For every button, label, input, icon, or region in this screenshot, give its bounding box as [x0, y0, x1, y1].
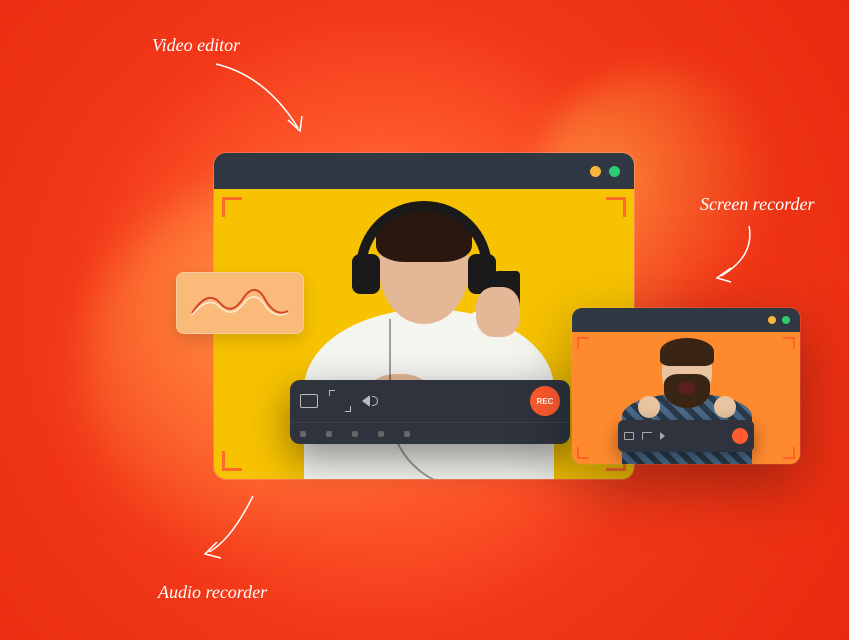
crop-corner-icon[interactable]: [783, 447, 795, 459]
window-maximize-dot[interactable]: [609, 166, 620, 177]
toolbar-option[interactable]: [378, 431, 384, 437]
crop-corner-icon[interactable]: [606, 197, 626, 217]
screen-icon[interactable]: [624, 432, 634, 440]
toolbar-option[interactable]: [300, 431, 306, 437]
window-minimize-dot[interactable]: [768, 316, 776, 324]
screen-recorder-window: [572, 308, 800, 464]
record-button[interactable]: [732, 428, 748, 444]
arrow-icon: [206, 56, 316, 146]
arrow-icon: [703, 220, 763, 290]
crop-corner-icon[interactable]: [783, 337, 795, 349]
audio-recorder-label: Audio recorder: [158, 582, 267, 603]
window-maximize-dot[interactable]: [782, 316, 790, 324]
window-titlebar: [214, 153, 634, 189]
screen-icon[interactable]: [300, 394, 318, 408]
audio-waveform-card: [176, 272, 304, 334]
toolbar-bottom-row: [290, 422, 570, 444]
video-editor-label: Video editor: [152, 35, 240, 56]
waveform-icon: [190, 283, 290, 323]
arrow-icon: [195, 490, 265, 570]
record-button[interactable]: REC: [530, 386, 560, 416]
toolbar-option[interactable]: [326, 431, 332, 437]
recording-toolbar-small: [618, 420, 754, 452]
crop-corner-icon[interactable]: [577, 337, 589, 349]
fullscreen-icon[interactable]: [642, 432, 652, 440]
crop-corner-icon[interactable]: [222, 451, 242, 471]
recording-toolbar: REC: [290, 380, 570, 444]
sound-icon[interactable]: [362, 395, 370, 407]
sound-icon[interactable]: [660, 432, 665, 440]
crop-corner-icon[interactable]: [577, 447, 589, 459]
toolbar-option[interactable]: [352, 431, 358, 437]
toolbar-option[interactable]: [404, 431, 410, 437]
window-minimize-dot[interactable]: [590, 166, 601, 177]
crop-corner-icon[interactable]: [222, 197, 242, 217]
screen-recorder-label: Screen recorder: [700, 194, 814, 215]
window-content: [572, 332, 800, 464]
window-titlebar: [572, 308, 800, 332]
fullscreen-icon[interactable]: [332, 393, 348, 409]
